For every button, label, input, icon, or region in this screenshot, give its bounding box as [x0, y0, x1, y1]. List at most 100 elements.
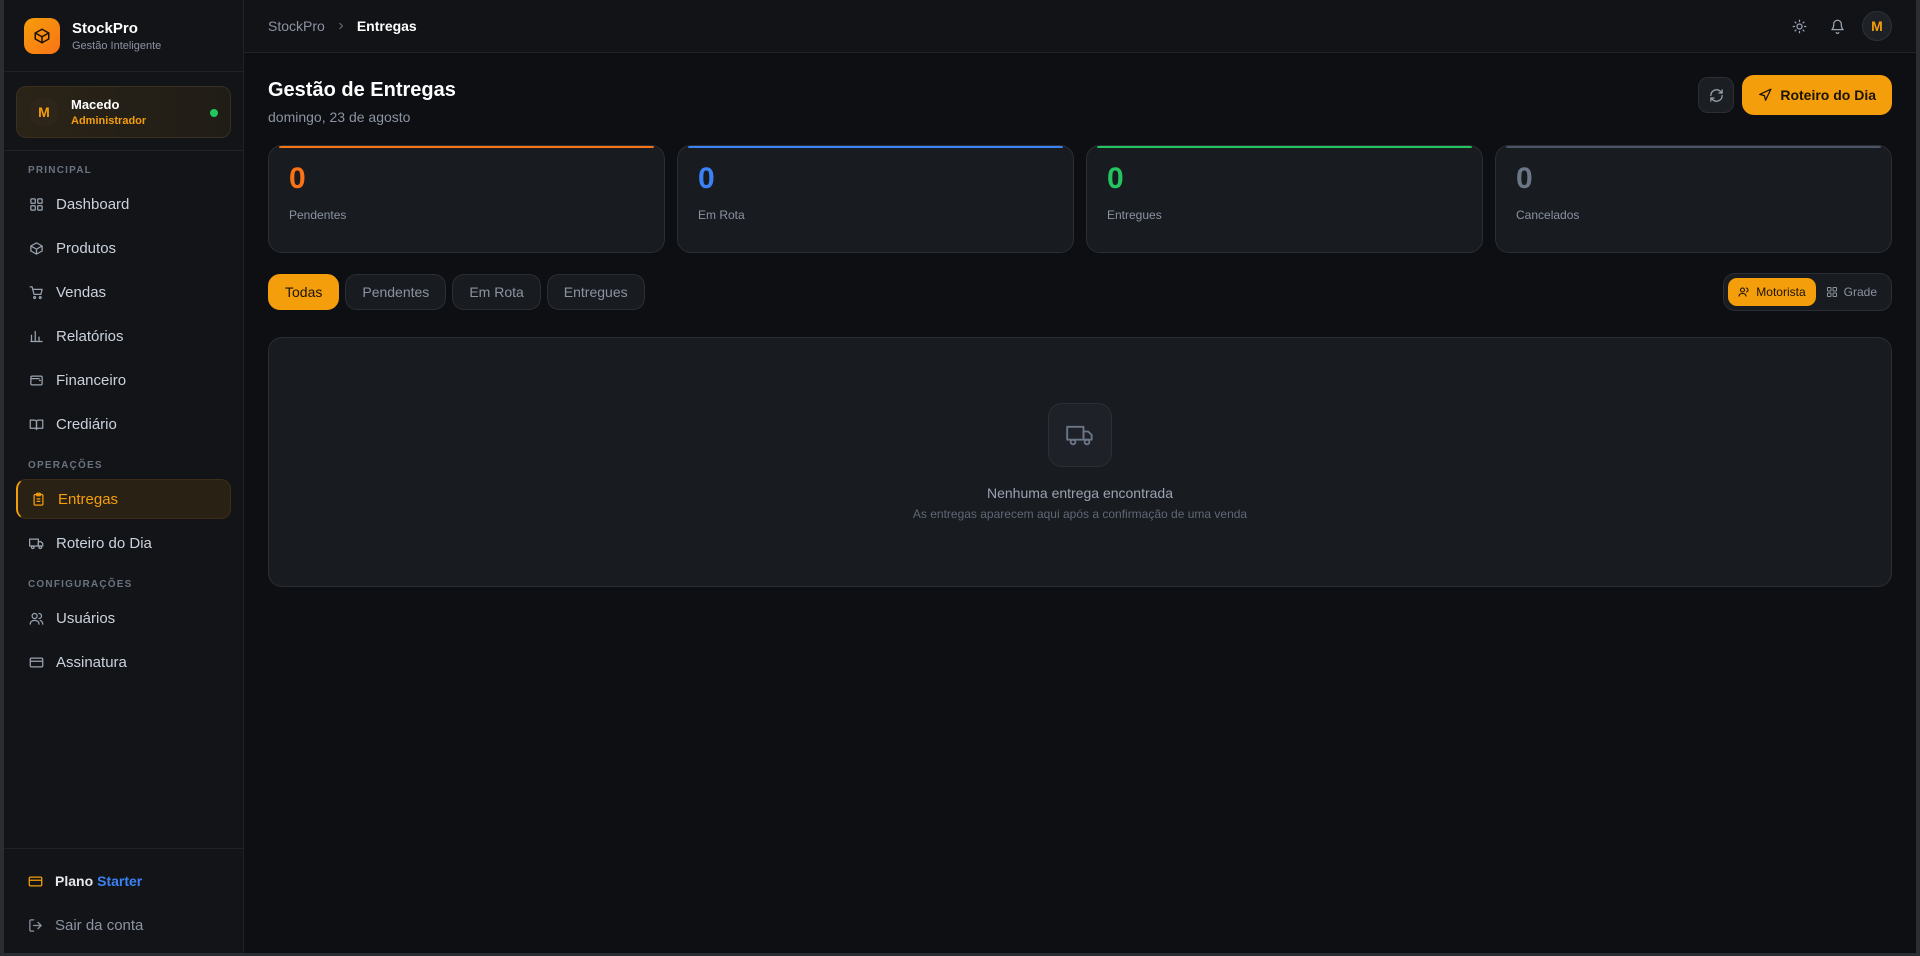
- stat-card-entregues[interactable]: 0 Entregues: [1086, 145, 1483, 253]
- avatar: M: [29, 97, 59, 127]
- divider: [4, 150, 243, 151]
- main-area: StockPro Entregas M Gestão de Entregas d…: [244, 0, 1916, 953]
- section-label-configuracoes: CONFIGURAÇÕES: [28, 579, 133, 590]
- sidebar-item-entregas[interactable]: Entregas: [16, 479, 231, 519]
- stat-value: 0: [698, 162, 715, 195]
- sidebar-item-dashboard[interactable]: Dashboard: [16, 184, 231, 224]
- empty-state-title: Nenhuma entrega encontrada: [986, 485, 1174, 501]
- stat-value: 0: [1516, 162, 1533, 195]
- users-icon: [28, 610, 44, 626]
- sidebar-item-label: Vendas: [56, 283, 107, 301]
- sidebar-item-label: Usuários: [56, 609, 116, 627]
- view-motorista-button[interactable]: Motorista: [1728, 278, 1816, 306]
- section-label-operacoes: OPERAÇÕES: [28, 460, 103, 471]
- sidebar: StockPro Gestão Inteligente M Macedo Adm…: [4, 0, 244, 953]
- user-card[interactable]: M Macedo Administrador: [16, 86, 231, 138]
- user-icon: [1738, 286, 1750, 298]
- roteiro-do-dia-label: Roteiro do Dia: [1780, 87, 1876, 103]
- page-title: Gestão de Entregas: [268, 79, 456, 101]
- refresh-icon: [1709, 88, 1724, 103]
- page-date: domingo, 23 de agosto: [268, 109, 411, 125]
- sidebar-item-label: Crediário: [56, 415, 117, 433]
- logout-label: Sair da conta: [55, 916, 144, 934]
- content: Gestão de Entregas domingo, 23 de agosto…: [244, 53, 1916, 613]
- stat-card-pendentes[interactable]: 0 Pendentes: [268, 145, 665, 253]
- empty-state-subtitle: As entregas aparecem aqui após a confirm…: [912, 507, 1248, 521]
- truck-icon: [1048, 403, 1112, 467]
- filter-tabs: Todas Pendentes Em Rota Entregues: [268, 274, 645, 310]
- brand-name: StockPro: [72, 19, 138, 37]
- sidebar-item-label: Relatórios: [56, 327, 124, 345]
- tab-entregues[interactable]: Entregues: [546, 274, 645, 310]
- top-actions: M: [1776, 11, 1892, 41]
- refresh-button[interactable]: [1698, 77, 1735, 113]
- grid-icon: [28, 196, 44, 212]
- view-toggle: Motorista Grade: [1723, 273, 1892, 311]
- sidebar-item-produtos[interactable]: Produtos: [16, 228, 231, 268]
- sidebar-item-label: Dashboard: [56, 195, 130, 213]
- sidebar-item-vendas[interactable]: Vendas: [16, 272, 231, 312]
- user-avatar-button[interactable]: M: [1862, 11, 1892, 41]
- grid-icon: [1826, 286, 1838, 298]
- brand[interactable]: StockPro Gestão Inteligente: [4, 0, 243, 72]
- empty-state: Nenhuma entrega encontrada As entregas a…: [268, 337, 1892, 587]
- breadcrumb-root[interactable]: StockPro: [268, 18, 325, 34]
- truck-icon: [28, 535, 44, 551]
- box-icon: [24, 17, 60, 54]
- view-grade-label: Grade: [1843, 285, 1877, 299]
- stat-card-em-rota[interactable]: 0 Em Rota: [677, 145, 1074, 253]
- stat-label: Cancelados: [1516, 208, 1580, 222]
- plan-badge[interactable]: Plano Starter: [16, 861, 231, 901]
- stat-label: Em Rota: [698, 208, 745, 222]
- wallet-icon: [28, 372, 44, 388]
- stat-card-cancelados[interactable]: 0 Cancelados: [1495, 145, 1892, 253]
- view-grade-button[interactable]: Grade: [1816, 278, 1887, 306]
- online-status-dot: [210, 109, 218, 117]
- stat-label: Entregues: [1107, 208, 1162, 222]
- bar-chart-icon: [28, 328, 44, 344]
- stat-label: Pendentes: [289, 208, 347, 222]
- sidebar-item-crediario[interactable]: Crediário: [16, 404, 231, 444]
- stat-value: 0: [289, 162, 306, 195]
- package-icon: [28, 240, 44, 256]
- stat-value: 0: [1107, 162, 1124, 195]
- bell-icon: [1830, 19, 1845, 34]
- cart-icon: [28, 284, 44, 300]
- notifications-button[interactable]: [1822, 11, 1852, 41]
- sidebar-footer: Plano Starter Sair da conta: [4, 848, 243, 953]
- sidebar-item-financeiro[interactable]: Financeiro: [16, 360, 231, 400]
- plan-value: Starter: [97, 873, 143, 889]
- tab-pendentes[interactable]: Pendentes: [345, 274, 447, 310]
- stats-row: 0 Pendentes 0 Em Rota 0 Entregues 0 Canc…: [268, 145, 1892, 253]
- user-name: Macedo: [71, 97, 120, 112]
- sidebar-item-relatorios[interactable]: Relatórios: [16, 316, 231, 356]
- header-actions: Roteiro do Dia: [1698, 75, 1892, 115]
- section-label-principal: PRINCIPAL: [28, 165, 92, 176]
- tab-todas[interactable]: Todas: [268, 274, 340, 310]
- logout-icon: [28, 918, 43, 933]
- sidebar-item-label: Financeiro: [56, 371, 127, 389]
- sidebar-item-label: Roteiro do Dia: [56, 534, 152, 552]
- sidebar-item-label: Produtos: [56, 239, 117, 257]
- brand-tagline: Gestão Inteligente: [72, 39, 162, 52]
- clipboard-icon: [30, 491, 46, 507]
- sidebar-item-label: Assinatura: [56, 653, 127, 671]
- chevron-right-icon: [335, 20, 347, 32]
- app-window: StockPro Gestão Inteligente M Macedo Adm…: [4, 0, 1916, 953]
- sun-icon: [1792, 19, 1807, 34]
- sidebar-item-label: Entregas: [58, 490, 119, 508]
- theme-toggle-button[interactable]: [1784, 11, 1814, 41]
- sidebar-item-roteiro[interactable]: Roteiro do Dia: [16, 523, 231, 563]
- breadcrumb: StockPro Entregas: [268, 18, 417, 34]
- roteiro-do-dia-button[interactable]: Roteiro do Dia: [1742, 75, 1892, 115]
- tab-em-rota[interactable]: Em Rota: [452, 274, 541, 310]
- topbar: StockPro Entregas M: [244, 0, 1916, 53]
- plan-label: Plano: [55, 873, 94, 889]
- sidebar-item-assinatura[interactable]: Assinatura: [16, 642, 231, 682]
- logout-button[interactable]: Sair da conta: [16, 905, 231, 945]
- book-icon: [28, 416, 44, 432]
- filter-row: Todas Pendentes Em Rota Entregues Motori…: [268, 273, 1892, 311]
- sidebar-item-usuarios[interactable]: Usuários: [16, 598, 231, 638]
- navigation-icon: [1758, 88, 1772, 102]
- credit-card-icon: [28, 654, 44, 670]
